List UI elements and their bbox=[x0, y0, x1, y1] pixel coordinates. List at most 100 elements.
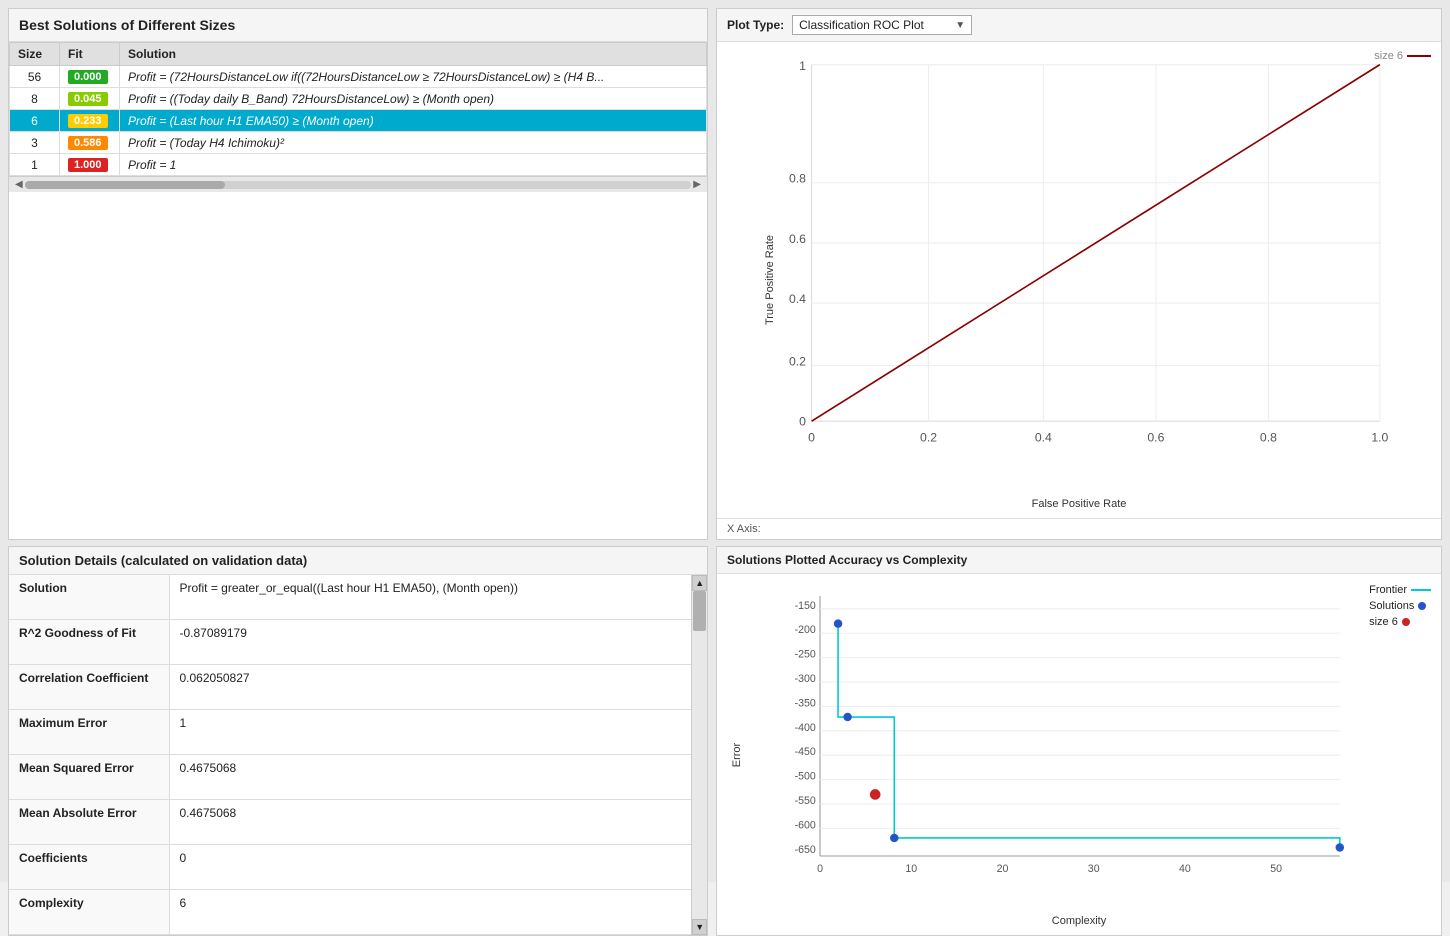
details-scroll-container: SolutionProfit = greater_or_equal((Last … bbox=[9, 575, 707, 935]
detail-value: Profit = greater_or_equal((Last hour H1 … bbox=[169, 575, 691, 619]
y-axis-label: True Positive Rate bbox=[764, 235, 776, 325]
svg-text:0.2: 0.2 bbox=[920, 430, 937, 444]
legend-size6-label: size 6 bbox=[1374, 50, 1403, 62]
svg-text:20: 20 bbox=[997, 863, 1009, 875]
svg-text:0: 0 bbox=[799, 415, 806, 429]
detail-row: Coefficients0 bbox=[9, 845, 691, 890]
svg-text:30: 30 bbox=[1088, 863, 1100, 875]
table-row[interactable]: 30.586Profit = (Today H4 Ichimoku)² bbox=[10, 132, 707, 154]
svg-text:0: 0 bbox=[808, 430, 815, 444]
roc-plot-panel: Plot Type: Classification ROC Plot ▼ siz… bbox=[716, 8, 1442, 540]
detail-value: 0.4675068 bbox=[169, 800, 691, 845]
cell-size: 56 bbox=[10, 66, 60, 88]
detail-row: Mean Absolute Error0.4675068 bbox=[9, 800, 691, 845]
cell-solution: Profit = (Last hour H1 EMA50) ≥ (Month o… bbox=[120, 110, 707, 132]
svg-text:50: 50 bbox=[1270, 863, 1282, 875]
detail-value: 1 bbox=[169, 710, 691, 755]
legend-solutions-label: Solutions bbox=[1369, 600, 1414, 612]
scatter-y-axis-label: Error bbox=[731, 742, 743, 766]
scroll-handle[interactable] bbox=[693, 591, 706, 631]
cell-fit: 0.000 bbox=[60, 66, 120, 88]
detail-row: Maximum Error1 bbox=[9, 710, 691, 755]
scatter-x-axis-label: Complexity bbox=[1052, 915, 1106, 927]
table-row[interactable]: 560.000Profit = (72HoursDistanceLow if((… bbox=[10, 66, 707, 88]
scroll-middle bbox=[692, 591, 707, 919]
detail-row: Mean Squared Error0.4675068 bbox=[9, 755, 691, 800]
legend-size6-scatter-label: size 6 bbox=[1369, 616, 1398, 628]
detail-row: Complexity6 bbox=[9, 889, 691, 934]
svg-text:1: 1 bbox=[799, 59, 806, 73]
col-solution: Solution bbox=[120, 43, 707, 66]
cell-size: 8 bbox=[10, 88, 60, 110]
frontier-line-icon bbox=[1411, 589, 1431, 591]
svg-text:-650: -650 bbox=[795, 844, 816, 856]
details-table: SolutionProfit = greater_or_equal((Last … bbox=[9, 575, 691, 935]
scroll-right-arrow[interactable]: ▶ bbox=[691, 179, 703, 190]
scatter-title: Solutions Plotted Accuracy vs Complexity bbox=[717, 547, 1441, 574]
svg-text:-450: -450 bbox=[795, 747, 816, 759]
solutions-dot-icon bbox=[1418, 602, 1426, 610]
detail-row: R^2 Goodness of Fit-0.87089179 bbox=[9, 620, 691, 665]
cell-size: 3 bbox=[10, 132, 60, 154]
svg-text:-350: -350 bbox=[795, 698, 816, 710]
scroll-thumb[interactable] bbox=[25, 181, 225, 189]
svg-text:40: 40 bbox=[1179, 863, 1191, 875]
col-size: Size bbox=[10, 43, 60, 66]
detail-value: 0 bbox=[169, 845, 691, 890]
legend-solutions-item: Solutions bbox=[1369, 600, 1431, 612]
svg-text:0.2: 0.2 bbox=[789, 354, 806, 368]
solution-details-panel: Solution Details (calculated on validati… bbox=[8, 546, 708, 936]
detail-label: Coefficients bbox=[9, 845, 169, 890]
cell-solution: Profit = (72HoursDistanceLow if((72Hours… bbox=[120, 66, 707, 88]
detail-value: 0.062050827 bbox=[169, 665, 691, 710]
detail-label: R^2 Goodness of Fit bbox=[9, 620, 169, 665]
cell-fit: 0.233 bbox=[60, 110, 120, 132]
svg-text:-600: -600 bbox=[795, 820, 816, 832]
detail-row: SolutionProfit = greater_or_equal((Last … bbox=[9, 575, 691, 619]
svg-text:0.8: 0.8 bbox=[1260, 430, 1277, 444]
scatter-svg: -150 -200 -250 -300 -350 -400 -450 -500 … bbox=[767, 584, 1361, 895]
horizontal-scrollbar[interactable]: ◀ ▶ bbox=[9, 176, 707, 192]
detail-label: Solution bbox=[9, 575, 169, 619]
panel-title: Best Solutions of Different Sizes bbox=[9, 9, 707, 42]
details-scrollbar[interactable]: ▲ ▼ bbox=[691, 575, 707, 935]
detail-row: Correlation Coefficient0.062050827 bbox=[9, 665, 691, 710]
detail-label: Complexity bbox=[9, 889, 169, 934]
scatter-legend: Frontier Solutions size 6 bbox=[1369, 584, 1431, 628]
detail-label: Mean Squared Error bbox=[9, 755, 169, 800]
plot-type-label: Plot Type: bbox=[727, 18, 784, 32]
legend-frontier-item: Frontier bbox=[1369, 584, 1431, 596]
solution-details-title: Solution Details (calculated on validati… bbox=[9, 547, 707, 575]
scroll-down-button[interactable]: ▼ bbox=[692, 919, 707, 935]
svg-text:10: 10 bbox=[905, 863, 917, 875]
plot-type-dropdown[interactable]: Classification ROC Plot ▼ bbox=[792, 15, 972, 35]
cell-fit: 1.000 bbox=[60, 154, 120, 176]
cell-solution: Profit = ((Today daily B_Band) 72HoursDi… bbox=[120, 88, 707, 110]
svg-text:-300: -300 bbox=[795, 673, 816, 685]
table-row[interactable]: 60.233Profit = (Last hour H1 EMA50) ≥ (M… bbox=[10, 110, 707, 132]
x-axis-label: False Positive Rate bbox=[1032, 498, 1127, 510]
plot-type-value: Classification ROC Plot bbox=[799, 18, 924, 32]
scroll-up-button[interactable]: ▲ bbox=[692, 575, 707, 591]
roc-legend: size 6 bbox=[1374, 50, 1431, 62]
scatter-chart-area: Frontier Solutions size 6 Error Complexi… bbox=[717, 574, 1441, 935]
svg-text:1.0: 1.0 bbox=[1371, 430, 1388, 444]
scroll-track[interactable] bbox=[25, 181, 692, 189]
cell-fit: 0.045 bbox=[60, 88, 120, 110]
table-row[interactable]: 11.000Profit = 1 bbox=[10, 154, 707, 176]
detail-label: Correlation Coefficient bbox=[9, 665, 169, 710]
svg-text:-200: -200 bbox=[795, 625, 816, 637]
solutions-panel: Best Solutions of Different Sizes Size F… bbox=[8, 8, 708, 540]
svg-text:-550: -550 bbox=[795, 795, 816, 807]
col-fit: Fit bbox=[60, 43, 120, 66]
scroll-left-arrow[interactable]: ◀ bbox=[13, 179, 25, 190]
legend-size6-item: size 6 bbox=[1369, 616, 1431, 628]
svg-text:-150: -150 bbox=[795, 600, 816, 612]
table-row[interactable]: 80.045Profit = ((Today daily B_Band) 72H… bbox=[10, 88, 707, 110]
svg-text:0.4: 0.4 bbox=[789, 292, 806, 306]
plot-header: Plot Type: Classification ROC Plot ▼ bbox=[717, 9, 1441, 42]
svg-text:0.6: 0.6 bbox=[789, 232, 806, 246]
cell-fit: 0.586 bbox=[60, 132, 120, 154]
cell-solution: Profit = 1 bbox=[120, 154, 707, 176]
legend-line-icon bbox=[1407, 55, 1431, 57]
